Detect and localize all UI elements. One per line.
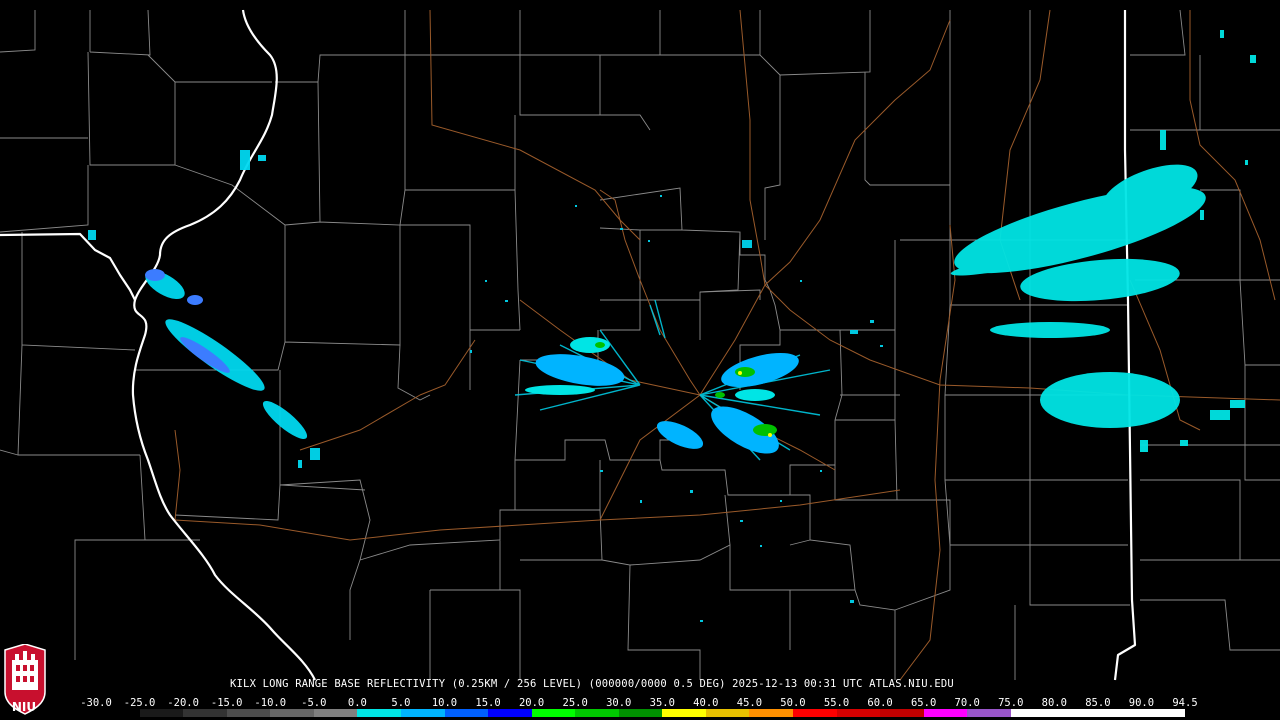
- colorbar-segment: [662, 709, 706, 717]
- radar-map: [0, 0, 1280, 720]
- legend-tick-label: 70.0: [954, 697, 980, 709]
- colorbar-segment: [357, 709, 401, 717]
- colorbar-segment: [96, 709, 140, 717]
- colorbar-segment: [618, 709, 663, 717]
- niu-logo-text: NIU: [11, 700, 37, 714]
- legend-tick-label: -5.0: [301, 697, 327, 709]
- colorbar-segment: [183, 709, 227, 717]
- legend-tick-label: -25.0: [123, 697, 156, 709]
- colorbar-segment: [880, 709, 924, 717]
- colorbar-segment: [531, 709, 576, 717]
- legend-tick-label: -10.0: [254, 697, 287, 709]
- colorbar-segment: [1097, 709, 1142, 717]
- colorbar-segment: [923, 709, 968, 717]
- colorbar-segment: [139, 709, 184, 717]
- legend-tick-label: 85.0: [1085, 697, 1111, 709]
- colorbar-segment: [575, 709, 619, 717]
- legend-tick-label: -30.0: [80, 697, 112, 709]
- legend-ticks: -30.0 -25.0 -20.0 -15.0 -10.0 -5.0 0.0 5.0 10.0 1…: [80, 697, 1198, 709]
- legend-tick-label: 35.0: [649, 697, 675, 709]
- colorbar-segment: [793, 709, 837, 717]
- colorbar-segment: [967, 709, 1011, 717]
- legend-tick-label: 80.0: [1041, 697, 1067, 709]
- legend-tick-label: 10.0: [431, 697, 458, 709]
- legend-tick-label: 5.0: [391, 697, 411, 709]
- colorbar-segment: [1010, 709, 1055, 717]
- legend-tick-label: -15.0: [210, 697, 243, 709]
- colorbar-segment: [488, 709, 532, 717]
- colorbar-segment: [313, 709, 358, 717]
- legend-tick-label: 30.0: [606, 697, 632, 709]
- legend-tick-label: -20.0: [167, 697, 199, 709]
- legend-tick-label: 50.0: [780, 697, 806, 709]
- colorbar-segment: [226, 709, 271, 717]
- product-title: KILX LONG RANGE BASE REFLECTIVITY (0.25K…: [230, 678, 954, 690]
- legend-tick-label: 0.0: [347, 697, 367, 709]
- legend-tick-label: 45.0: [736, 697, 763, 709]
- colorbar-segment: [270, 709, 314, 717]
- legend-tick-label: 15.0: [475, 697, 501, 709]
- legend-tick-label: 55.0: [823, 697, 850, 709]
- reflectivity-colorbar: [96, 709, 1186, 717]
- colorbar-segment: [836, 709, 881, 717]
- legend-tick-label: 60.0: [867, 697, 893, 709]
- legend-tick-label: 90.0: [1128, 697, 1155, 709]
- colorbar-segment: [1141, 709, 1186, 717]
- legend-tick-label: 75.0: [998, 697, 1024, 709]
- colorbar-segment: [1054, 709, 1098, 717]
- legend-tick-label: 94.5: [1172, 697, 1198, 709]
- legend-tick-label: 40.0: [693, 697, 719, 709]
- legend-tick-label: 25.0: [562, 697, 588, 709]
- colorbar-segment: [705, 709, 750, 717]
- colorbar-segment: [444, 709, 489, 717]
- colorbar-segment: [400, 709, 445, 717]
- colorbar-segment: [749, 709, 793, 717]
- legend-tick-label: 65.0: [910, 697, 937, 709]
- legend-tick-label: 20.0: [518, 697, 545, 709]
